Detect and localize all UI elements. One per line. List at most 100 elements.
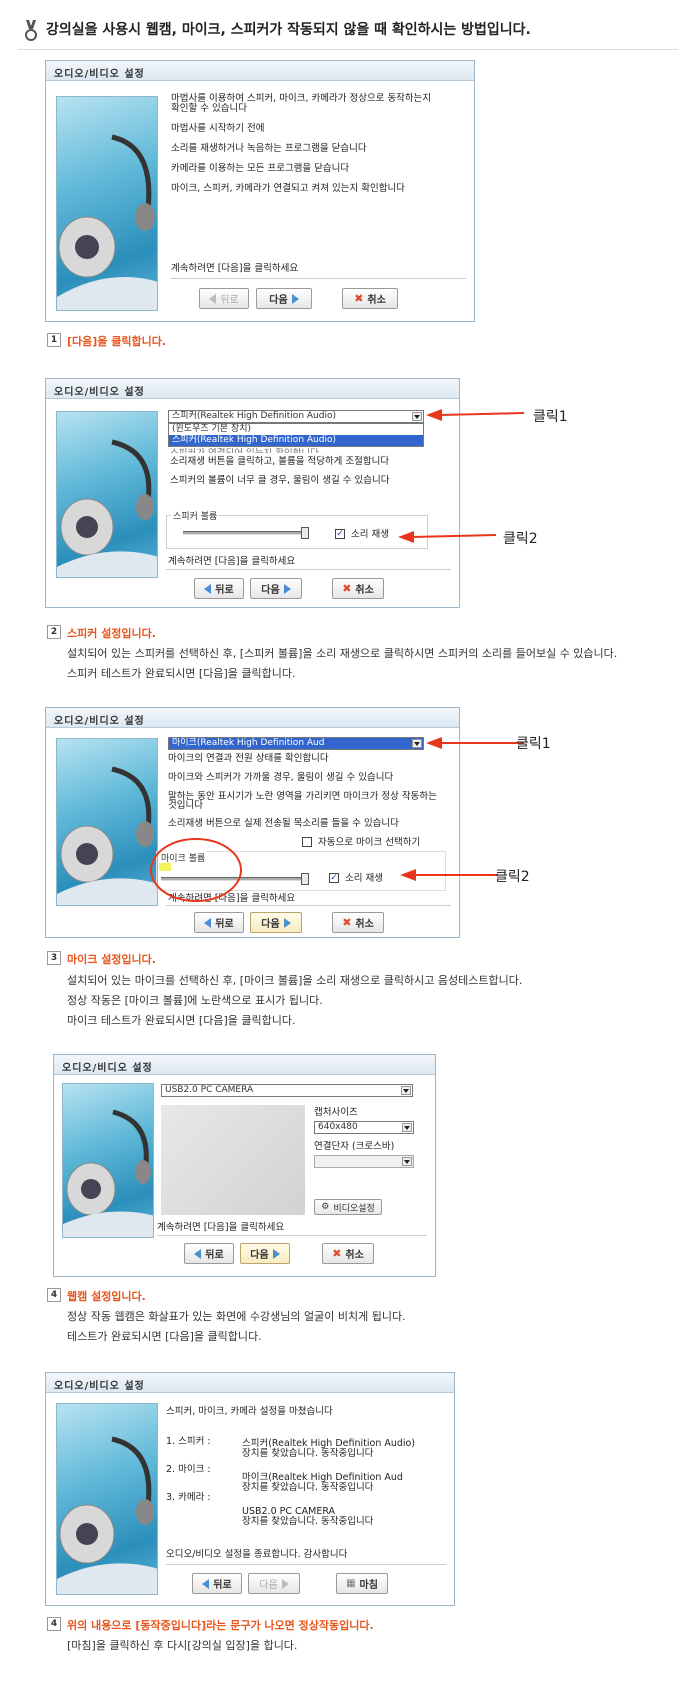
next-label: 다음 xyxy=(261,585,280,596)
dialog-title: 오디오/비디오 설정 xyxy=(46,1373,454,1393)
red-arrow-2 xyxy=(398,531,497,543)
next-label: 다음 xyxy=(261,919,280,930)
capture-size-select[interactable]: 640x480 xyxy=(314,1121,414,1134)
speaker-select[interactable]: 스피커(Realtek High Definition Audio) xyxy=(168,410,424,423)
headset-webcam-image xyxy=(56,411,158,578)
continue-text: 계속하려면 [다음]을 클릭하세요 xyxy=(168,556,296,567)
right-arrow-icon xyxy=(281,1578,289,1589)
right-arrow-icon xyxy=(272,1248,280,1259)
next-button[interactable]: 다음 xyxy=(250,578,302,599)
step-desc: [마침]을 클릭하신 후 다시[강의실 입장]을 합니다. xyxy=(67,1639,298,1652)
step-desc: 마이크 테스트가 완료되시면 [다음]을 클릭합니다. xyxy=(67,1014,296,1027)
play-sound-checkbox[interactable]: ✓ xyxy=(335,529,345,539)
finish-label: 마침 xyxy=(359,1580,378,1591)
finish-icon: ▦ xyxy=(346,1578,356,1589)
av-settings-dialog-3: 오디오/비디오 설정 마이크(Realtek High Definition A… xyxy=(45,707,460,938)
video-settings-button[interactable]: ⚙ 비디오설정 xyxy=(314,1199,382,1215)
back-button[interactable]: 뒤로 xyxy=(194,578,244,599)
headset-webcam-image xyxy=(62,1083,154,1238)
step-desc: 정상 작동은 [마이크 볼륨]에 노란색으로 표시가 됩니다. xyxy=(67,994,323,1007)
click-label-2: 클릭2 xyxy=(495,869,530,885)
right-arrow-icon xyxy=(283,583,291,594)
next-button[interactable]: 다음 xyxy=(256,288,312,309)
step-number: 3 xyxy=(47,951,61,965)
option-realtek[interactable]: 스피커(Realtek High Definition Audio) xyxy=(169,435,423,446)
speaker-volume-label: 스피커 볼륨 xyxy=(171,509,220,522)
play-sound-checkbox[interactable]: ✓ xyxy=(329,873,339,883)
intro-line: 소리를 재생하거나 녹음하는 프로그램을 닫습니다 xyxy=(171,143,367,154)
back-button[interactable]: 뒤로 xyxy=(194,912,244,933)
continue-text: 계속하려면 [다음]을 클릭하세요 xyxy=(171,263,299,274)
speaker-select-value: 스피커(Realtek High Definition Audio) xyxy=(172,411,336,421)
step-desc: 테스트가 완료되시면 [다음]을 클릭합니다. xyxy=(67,1330,262,1343)
chevron-down-icon xyxy=(401,1086,411,1095)
back-button[interactable]: 뒤로 xyxy=(192,1573,242,1594)
camera-select[interactable]: USB2.0 PC CAMERA xyxy=(161,1084,413,1097)
back-button[interactable]: 뒤로 xyxy=(184,1243,234,1264)
intro-line: 확인할 수 있습니다 xyxy=(171,103,247,114)
mic-select[interactable]: 마이크(Realtek High Definition Aud xyxy=(168,737,424,750)
mic-line: 말하는 동안 표시기가 노란 영역을 가리키면 마이크가 정상 작동하는 xyxy=(168,791,437,802)
dialog-title: 오디오/비디오 설정 xyxy=(54,1055,435,1075)
cancel-button[interactable]: ✖ 취소 xyxy=(332,578,384,599)
red-arrow-1 xyxy=(426,409,525,421)
speaker-line: 스피커의 볼륨이 너무 클 경우, 울림이 생길 수 있습니다 xyxy=(170,475,390,486)
step-caption: 마이크 설정입니다. xyxy=(67,953,156,966)
auto-select-mic-checkbox[interactable] xyxy=(302,837,312,847)
volume-slider-thumb[interactable] xyxy=(301,873,309,885)
volume-slider-thumb[interactable] xyxy=(301,527,309,539)
speaker-volume-group: 스피커 볼륨 ✓ 소리 재생 xyxy=(166,509,428,549)
summary-item-status: 장치를 찾았습니다. 동작중입니다 xyxy=(242,1482,374,1493)
summary-item-label: 3. 카메라 : xyxy=(166,1492,211,1503)
back-button[interactable]: 뒤로 xyxy=(199,288,249,309)
back-label: 뒤로 xyxy=(213,1580,232,1591)
cancel-button[interactable]: ✖ 취소 xyxy=(342,288,398,309)
left-arrow-icon xyxy=(204,583,212,594)
step-number: 1 xyxy=(47,333,61,347)
close-icon: ✖ xyxy=(342,916,352,929)
red-ellipse-highlight xyxy=(150,838,242,902)
video-settings-label: 비디오설정 xyxy=(333,1203,375,1214)
connector-select[interactable] xyxy=(314,1155,414,1168)
chevron-down-icon xyxy=(402,1123,412,1132)
cancel-label: 취소 xyxy=(355,919,374,930)
right-arrow-icon xyxy=(283,917,291,928)
capture-size-value: 640x480 xyxy=(318,1122,358,1132)
step-desc: 설치되어 있는 마이크를 선택하신 후, [마이크 볼륨]을 소리 재생으로 클… xyxy=(67,974,523,987)
cancel-label: 취소 xyxy=(345,1250,364,1261)
intro-line: 카메라를 이용하는 모든 프로그램을 닫습니다 xyxy=(171,163,350,174)
red-arrow-2 xyxy=(400,869,498,881)
back-label: 뒤로 xyxy=(205,1250,224,1261)
headset-webcam-image xyxy=(56,96,158,311)
next-button[interactable]: 다음 xyxy=(248,1573,300,1594)
right-arrow-icon xyxy=(291,293,299,304)
summary-heading: 스피커, 마이크, 카메라 설정을 마쳤습니다 xyxy=(166,1406,333,1417)
step-caption: 위의 내용으로 [동작중입니다]라는 문구가 나오면 정상작동입니다. xyxy=(67,1619,374,1632)
next-button[interactable]: 다음 xyxy=(240,1243,290,1264)
headset-webcam-image xyxy=(56,738,158,906)
click-label-2: 클릭2 xyxy=(503,531,538,547)
cancel-button[interactable]: ✖ 취소 xyxy=(332,912,384,933)
dialog-title: 오디오/비디오 설정 xyxy=(46,379,459,399)
close-icon: ✖ xyxy=(354,292,364,305)
summary-item-status: 장치를 찾았습니다. 동작중입니다 xyxy=(242,1516,374,1527)
next-label: 다음 xyxy=(259,1580,278,1591)
back-label: 뒤로 xyxy=(215,585,234,596)
mic-line: 마이크의 연결과 전원 상태를 확인합니다 xyxy=(168,753,329,764)
cancel-button[interactable]: ✖ 취소 xyxy=(322,1243,374,1264)
next-button[interactable]: 다음 xyxy=(250,912,302,933)
av-settings-dialog-4: 오디오/비디오 설정 USB2.0 PC CAMERA 캡처사이즈 640x48… xyxy=(53,1054,436,1277)
intro-line: 마이크, 스피커, 카메라가 연결되고 켜져 있는지 확인합니다 xyxy=(171,183,405,194)
chevron-down-icon xyxy=(412,739,422,748)
av-settings-dialog-1: 오디오/비디오 설정 마법사를 이용하여 스피커, 마이크, 카메라가 정상으로… xyxy=(45,60,475,322)
click-label-1: 클릭1 xyxy=(516,736,551,752)
option-default[interactable]: (윈도우즈 기본 장치) xyxy=(169,424,423,435)
finish-button[interactable]: ▦ 마침 xyxy=(336,1573,388,1594)
back-label: 뒤로 xyxy=(215,919,234,930)
connector-label: 연결단자 (크로스바) xyxy=(314,1141,395,1152)
mic-select-value: 마이크(Realtek High Definition Aud xyxy=(172,738,325,748)
next-label: 다음 xyxy=(269,295,288,306)
auto-select-mic-label: 자동으로 마이크 선택하기 xyxy=(318,837,421,848)
camera-select-value: USB2.0 PC CAMERA xyxy=(165,1085,254,1095)
summary-footer: 오디오/비디오 설정을 종료합니다. 감사합니다 xyxy=(166,1549,348,1560)
